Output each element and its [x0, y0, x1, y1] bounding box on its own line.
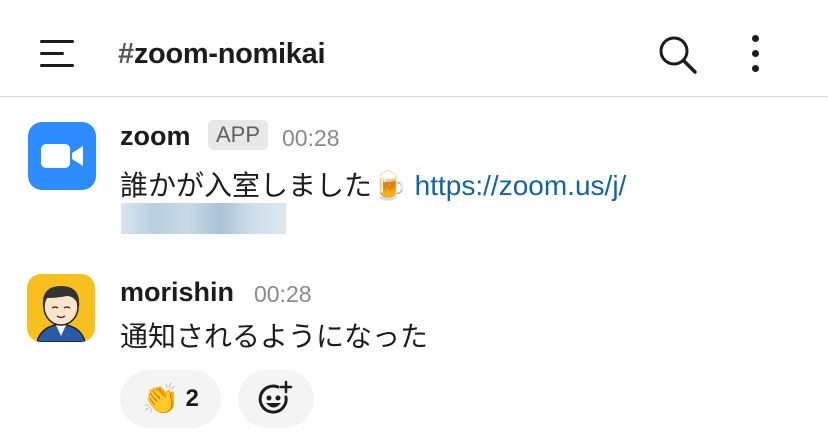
zoom-link[interactable]: https://zoom.us/j/ [415, 170, 627, 201]
channel-hash: # [118, 38, 134, 70]
redacted-link-part[interactable] [121, 203, 286, 234]
channel-title[interactable]: #zoom-nomikai [118, 38, 326, 71]
avatar-illustration [36, 286, 86, 342]
search-icon[interactable] [655, 32, 699, 76]
reaction-clap[interactable]: 👏 2 [120, 370, 221, 428]
video-camera-icon [41, 144, 83, 168]
zoom-app-avatar[interactable] [28, 122, 96, 190]
message-text: 通知されるようになった [120, 321, 429, 352]
channel-header: #zoom-nomikai [0, 0, 828, 97]
reaction-count: 2 [185, 385, 199, 412]
timestamp[interactable]: 00:28 [282, 125, 340, 152]
add-reaction-button[interactable] [238, 370, 314, 428]
hamburger-icon[interactable] [40, 38, 76, 70]
message-text: 誰かが入室しました🍺 https://zoom.us/j/ [120, 164, 626, 204]
message-body: 誰かが入室しました [120, 170, 373, 201]
beer-emoji: 🍺 [372, 170, 407, 201]
author-name[interactable]: morishin [120, 277, 234, 308]
author-name[interactable]: zoom [120, 121, 191, 152]
channel-name: zoom-nomikai [133, 38, 326, 70]
user-avatar[interactable] [27, 274, 95, 342]
app-badge: APP [208, 120, 269, 150]
add-reaction-icon [258, 380, 293, 414]
clap-emoji: 👏 [142, 382, 180, 416]
kebab-icon[interactable] [745, 34, 767, 74]
timestamp[interactable]: 00:28 [254, 281, 312, 308]
